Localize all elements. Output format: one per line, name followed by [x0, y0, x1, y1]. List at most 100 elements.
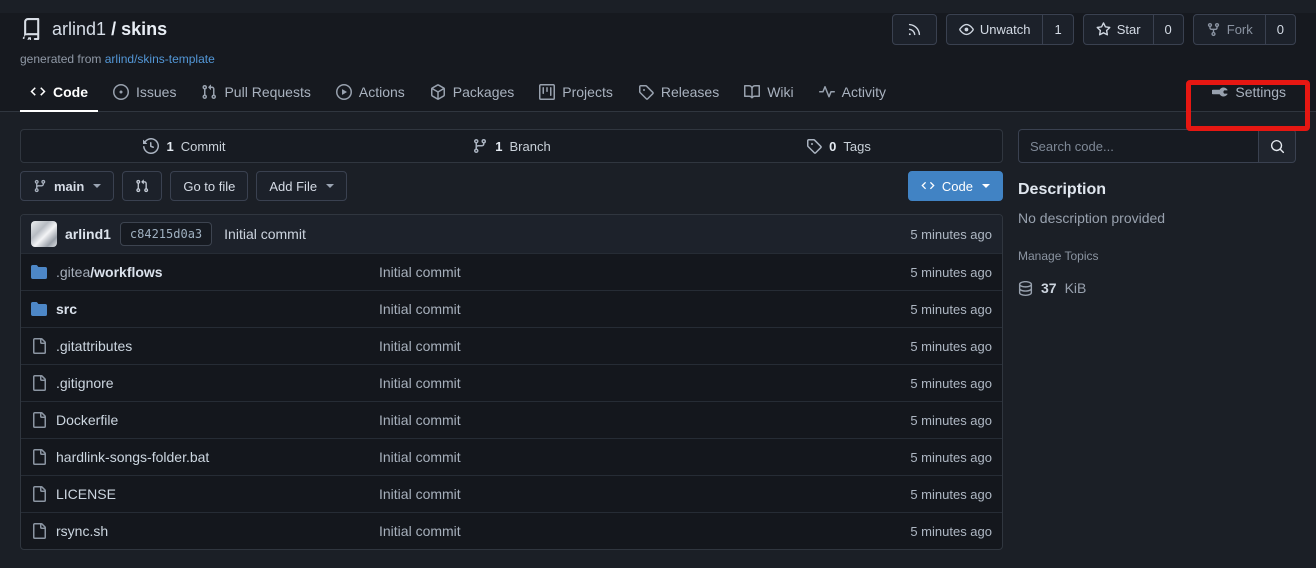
file-commit-time: 5 minutes ago: [910, 376, 992, 391]
code-search: [1018, 129, 1296, 163]
file-icon: [31, 412, 47, 428]
branches-stat[interactable]: 1 Branch: [348, 130, 675, 162]
file-commit-time: 5 minutes ago: [910, 487, 992, 502]
file-name-link[interactable]: rsync.sh: [31, 523, 379, 539]
rss-button[interactable]: [892, 14, 937, 45]
file-commit-time: 5 minutes ago: [910, 413, 992, 428]
book-open-icon: [744, 84, 760, 100]
repo-owner-link[interactable]: arlind1: [52, 19, 106, 39]
tab-wiki[interactable]: Wiki: [734, 73, 803, 111]
tab-code[interactable]: Code: [20, 73, 98, 111]
commits-stat[interactable]: 1 Commit: [21, 130, 348, 162]
file-name-link[interactable]: LICENSE: [31, 486, 379, 502]
avatar[interactable]: [31, 221, 57, 247]
project-board-icon: [539, 84, 555, 100]
tag-label: Tags: [843, 139, 870, 154]
repo-title-slash: /: [111, 19, 116, 39]
file-name-link[interactable]: hardlink-songs-folder.bat: [31, 449, 379, 465]
tab-actions[interactable]: Actions: [326, 73, 415, 111]
branch-icon: [472, 138, 488, 154]
star-count[interactable]: 0: [1153, 15, 1183, 44]
eye-icon: [959, 22, 974, 37]
database-icon: [1018, 281, 1033, 296]
fork-button-group: Fork 0: [1193, 14, 1296, 45]
file-commit-time: 5 minutes ago: [910, 450, 992, 465]
file-icon: [31, 449, 47, 465]
tab-releases[interactable]: Releases: [628, 73, 729, 111]
file-commit-message[interactable]: Initial commit: [379, 301, 910, 317]
watch-button-group: Unwatch 1: [946, 14, 1074, 45]
file-commit-message[interactable]: Initial commit: [379, 338, 910, 354]
code-download-button[interactable]: Code: [908, 171, 1003, 201]
file-name-link[interactable]: .gitea/workflows: [31, 264, 379, 280]
tags-stat[interactable]: 0 Tags: [675, 130, 1002, 162]
file-icon: [31, 375, 47, 391]
branch-selector[interactable]: main: [20, 171, 114, 201]
compare-button[interactable]: [122, 171, 162, 201]
file-table: arlind1 c84215d0a3 Initial commit 5 minu…: [20, 214, 1003, 550]
tab-projects[interactable]: Projects: [529, 73, 623, 111]
file-rows: .gitea/workflows Initial commit 5 minute…: [21, 253, 1002, 549]
file-name-link[interactable]: Dockerfile: [31, 412, 379, 428]
search-button[interactable]: [1258, 129, 1296, 163]
manage-topics-link[interactable]: Manage Topics: [1018, 249, 1296, 263]
file-commit-message[interactable]: Initial commit: [379, 449, 910, 465]
file-commit-time: 5 minutes ago: [910, 302, 992, 317]
unwatch-label: Unwatch: [980, 22, 1031, 37]
latest-commit-row: arlind1 c84215d0a3 Initial commit 5 minu…: [21, 215, 1002, 253]
file-row: .gitea/workflows Initial commit 5 minute…: [21, 253, 1002, 290]
commit-author-link[interactable]: arlind1: [65, 226, 111, 242]
file-row: hardlink-songs-folder.bat Initial commit…: [21, 438, 1002, 475]
file-icon: [31, 486, 47, 502]
branch-count: 1: [495, 139, 502, 154]
commit-time: 5 minutes ago: [910, 227, 992, 242]
tab-pull-requests[interactable]: Pull Requests: [191, 73, 320, 111]
repo-name-link[interactable]: skins: [121, 19, 167, 39]
play-circle-icon: [336, 84, 352, 100]
star-icon: [1096, 22, 1111, 37]
file-commit-time: 5 minutes ago: [910, 524, 992, 539]
compare-icon: [135, 179, 149, 193]
file-name-link[interactable]: .gitignore: [31, 375, 379, 391]
repo-tabs: Code Issues Pull Requests Actions Packag…: [20, 73, 1296, 111]
file-commit-message[interactable]: Initial commit: [379, 523, 910, 539]
search-input[interactable]: [1018, 129, 1258, 163]
tab-settings[interactable]: Settings: [1202, 73, 1296, 111]
file-commit-time: 5 minutes ago: [910, 339, 992, 354]
folder-icon: [31, 264, 47, 280]
commit-message-link[interactable]: Initial commit: [224, 226, 306, 242]
fork-button[interactable]: Fork: [1194, 15, 1265, 44]
rss-icon: [893, 15, 936, 44]
tag-icon: [638, 84, 654, 100]
add-file-button[interactable]: Add File: [256, 171, 347, 201]
repo-header: arlind1 / skins Unwatch 1 Star: [0, 13, 1316, 112]
file-commit-message[interactable]: Initial commit: [379, 486, 910, 502]
file-commit-message[interactable]: Initial commit: [379, 375, 910, 391]
template-repo-link[interactable]: arlind/skins-template: [105, 52, 215, 66]
watch-count[interactable]: 1: [1042, 15, 1072, 44]
file-row: Dockerfile Initial commit 5 minutes ago: [21, 401, 1002, 438]
caret-down-icon: [982, 184, 990, 188]
unwatch-button[interactable]: Unwatch: [947, 15, 1043, 44]
wrench-icon: [1212, 84, 1228, 100]
tab-activity[interactable]: Activity: [809, 73, 896, 111]
file-name-link[interactable]: src: [31, 301, 379, 317]
star-button-group: Star 0: [1083, 14, 1184, 45]
repo-action-buttons: Unwatch 1 Star 0 Fork 0: [892, 14, 1296, 45]
file-row: .gitattributes Initial commit 5 minutes …: [21, 327, 1002, 364]
tab-packages[interactable]: Packages: [420, 73, 524, 111]
commit-hash-link[interactable]: c84215d0a3: [120, 222, 212, 246]
generated-from: generated from arlind/skins-template: [20, 52, 1296, 66]
star-button[interactable]: Star: [1084, 15, 1153, 44]
file-commit-message[interactable]: Initial commit: [379, 264, 910, 280]
tab-issues[interactable]: Issues: [103, 73, 186, 111]
fork-label: Fork: [1227, 22, 1253, 37]
fork-icon: [1206, 22, 1221, 37]
caret-down-icon: [326, 184, 334, 188]
file-name-link[interactable]: .gitattributes: [31, 338, 379, 354]
issue-icon: [113, 84, 129, 100]
folder-icon: [31, 301, 47, 317]
go-to-file-button[interactable]: Go to file: [170, 171, 248, 201]
fork-count[interactable]: 0: [1265, 15, 1295, 44]
file-commit-message[interactable]: Initial commit: [379, 412, 910, 428]
